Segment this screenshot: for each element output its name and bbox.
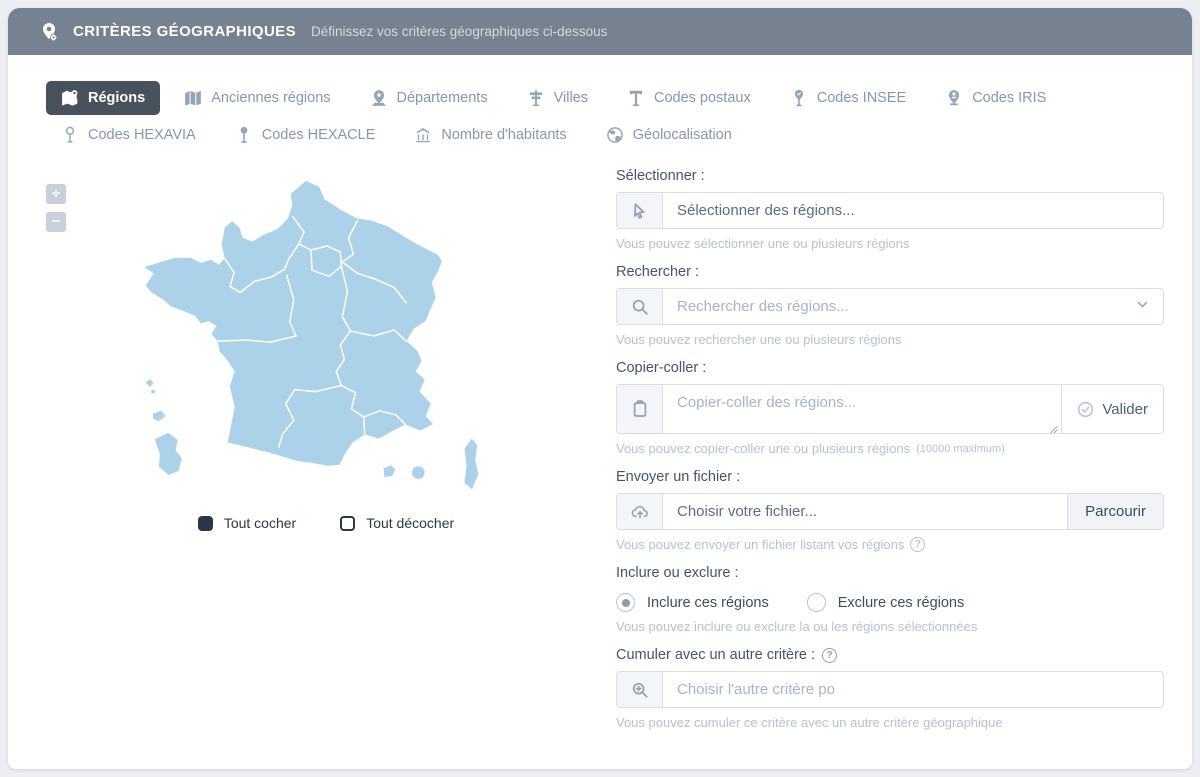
select-regions-input[interactable] xyxy=(663,193,1163,228)
search-label: Rechercher : xyxy=(616,264,1164,280)
uncheck-all-label: Tout décocher xyxy=(366,515,454,531)
map-panel: + − xyxy=(46,168,606,743)
france-outline xyxy=(145,181,441,465)
tab-villes[interactable]: Villes xyxy=(512,81,603,115)
tab-label: Villes xyxy=(554,90,588,106)
check-all-button[interactable]: Tout cocher xyxy=(198,515,296,531)
exclude-radio[interactable] xyxy=(807,593,826,612)
tab-departements[interactable]: Départements xyxy=(355,81,503,115)
combine-criteria-input[interactable] xyxy=(663,672,1163,707)
signpost-icon xyxy=(527,89,545,107)
paste-helper: Vous pouvez copier-coller une ou plusieu… xyxy=(616,441,1164,456)
map-zoom-controls: + − xyxy=(46,184,66,232)
map-legend: Tout cocher Tout décocher xyxy=(46,515,606,531)
pin-stand-icon xyxy=(790,89,808,107)
checkbox-filled-icon xyxy=(198,516,213,531)
globe-icon xyxy=(606,126,624,144)
search-regions-input[interactable] xyxy=(663,289,1136,324)
include-radio[interactable] xyxy=(616,593,635,612)
validate-button[interactable]: Valider xyxy=(1061,385,1163,433)
map-pin-gear-icon xyxy=(38,21,60,43)
map-icon xyxy=(184,89,202,107)
search-icon xyxy=(617,289,663,324)
criteria-form: Sélectionner : Vous pouvez sélectionner … xyxy=(616,168,1164,743)
tab-label: Nombre d'habitants xyxy=(441,127,566,143)
france-map[interactable] xyxy=(141,168,566,507)
map-pin-icon xyxy=(61,89,79,107)
paste-field: Copier-coller : Va xyxy=(616,360,1164,456)
tab-label: Régions xyxy=(88,90,145,106)
tab-label: Géolocalisation xyxy=(633,127,732,143)
paste-helper-suffix: (10000 maximum) xyxy=(916,443,1005,455)
tab-codes-insee[interactable]: Codes INSEE xyxy=(775,81,921,115)
search-field: Rechercher : Vous pouvez rechercher une … xyxy=(616,264,1164,347)
resize-handle[interactable] xyxy=(1049,421,1058,430)
browse-button[interactable]: Parcourir xyxy=(1067,494,1163,529)
check-all-label: Tout cocher xyxy=(224,515,296,531)
chevron-down-icon[interactable] xyxy=(1136,298,1149,316)
tab-codes-iris[interactable]: Codes IRIS xyxy=(930,81,1061,115)
tab-label: Codes postaux xyxy=(654,90,751,106)
geographic-criteria-panel: CRITÈRES GÉOGRAPHIQUES Définissez vos cr… xyxy=(8,8,1192,769)
include-exclude-helper: Vous pouvez inclure ou exclure la ou les… xyxy=(616,619,1164,634)
select-label: Sélectionner : xyxy=(616,168,1164,184)
exclude-radio-label: Exclure ces régions xyxy=(838,595,965,611)
tab-nombre-habitants[interactable]: Nombre d'habitants xyxy=(399,118,581,152)
panel-subtitle: Définissez vos critères géographiques ci… xyxy=(311,24,607,39)
tab-label: Codes IRIS xyxy=(972,90,1046,106)
tab-regions[interactable]: Régions xyxy=(46,81,160,115)
tab-label: Codes HEXACLE xyxy=(262,127,376,143)
check-circle-icon xyxy=(1077,401,1094,418)
map-marker-icon xyxy=(370,89,388,107)
tabs-bar: Régions Anciennes régions Départements V… xyxy=(8,55,1148,152)
clipboard-icon xyxy=(617,385,663,433)
search-plus-icon xyxy=(617,672,663,707)
validate-label: Valider xyxy=(1102,401,1148,418)
include-exclude-options: Inclure ces régions Exclure ces régions xyxy=(616,593,1164,612)
tab-label: Codes INSEE xyxy=(817,90,906,106)
tab-codes-postaux[interactable]: Codes postaux xyxy=(612,81,766,115)
paste-regions-textarea[interactable] xyxy=(663,385,1061,433)
building-icon xyxy=(414,126,432,144)
zoom-in-button[interactable]: + xyxy=(46,184,66,204)
include-exclude-label: Inclure ou exclure : xyxy=(616,565,1164,581)
select-field: Sélectionner : Vous pouvez sélectionner … xyxy=(616,168,1164,251)
help-icon[interactable]: ? xyxy=(910,537,925,552)
choose-file-input[interactable] xyxy=(663,494,1067,529)
cloud-upload-icon xyxy=(617,494,663,529)
panel-header: CRITÈRES GÉOGRAPHIQUES Définissez vos cr… xyxy=(8,8,1192,55)
uncheck-all-button[interactable]: Tout décocher xyxy=(340,515,454,531)
search-helper: Vous pouvez rechercher une ou plusieurs … xyxy=(616,332,1164,347)
panel-title: CRITÈRES GÉOGRAPHIQUES xyxy=(73,23,296,40)
checkbox-outline-icon xyxy=(340,516,355,531)
tab-geolocalisation[interactable]: Géolocalisation xyxy=(591,118,747,152)
upload-helper: Vous pouvez envoyer un fichier listant v… xyxy=(616,537,1164,552)
pin-outline-icon xyxy=(61,126,79,144)
combine-label: Cumuler avec un autre critère : ? xyxy=(616,647,1164,663)
cursor-icon xyxy=(617,193,663,228)
content: + − xyxy=(8,152,1192,769)
post-icon xyxy=(627,89,645,107)
page: CRITÈRES GÉOGRAPHIQUES Définissez vos cr… xyxy=(0,0,1200,777)
help-icon[interactable]: ? xyxy=(822,648,837,663)
tab-codes-hexacle[interactable]: Codes HEXACLE xyxy=(220,118,391,152)
tab-label: Départements xyxy=(397,90,488,106)
corsica xyxy=(465,439,478,489)
include-radio-label: Inclure ces régions xyxy=(647,595,769,611)
zoom-out-button[interactable]: − xyxy=(46,212,66,232)
tab-codes-hexavia[interactable]: Codes HEXAVIA xyxy=(46,118,211,152)
select-helper: Vous pouvez sélectionner une ou plusieur… xyxy=(616,236,1164,251)
paste-label: Copier-coller : xyxy=(616,360,1164,376)
tab-label: Anciennes régions xyxy=(211,90,330,106)
tab-anciennes-regions[interactable]: Anciennes régions xyxy=(169,81,345,115)
pin-filled-icon xyxy=(235,126,253,144)
upload-field: Envoyer un fichier : Parcourir Vous pouv… xyxy=(616,469,1164,552)
upload-label: Envoyer un fichier : xyxy=(616,469,1164,485)
include-exclude-field: Inclure ou exclure : Inclure ces régions… xyxy=(616,565,1164,634)
combine-helper: Vous pouvez cumuler ce critère avec un a… xyxy=(616,715,1164,730)
tab-label: Codes HEXAVIA xyxy=(88,127,196,143)
person-pin-icon xyxy=(945,89,963,107)
